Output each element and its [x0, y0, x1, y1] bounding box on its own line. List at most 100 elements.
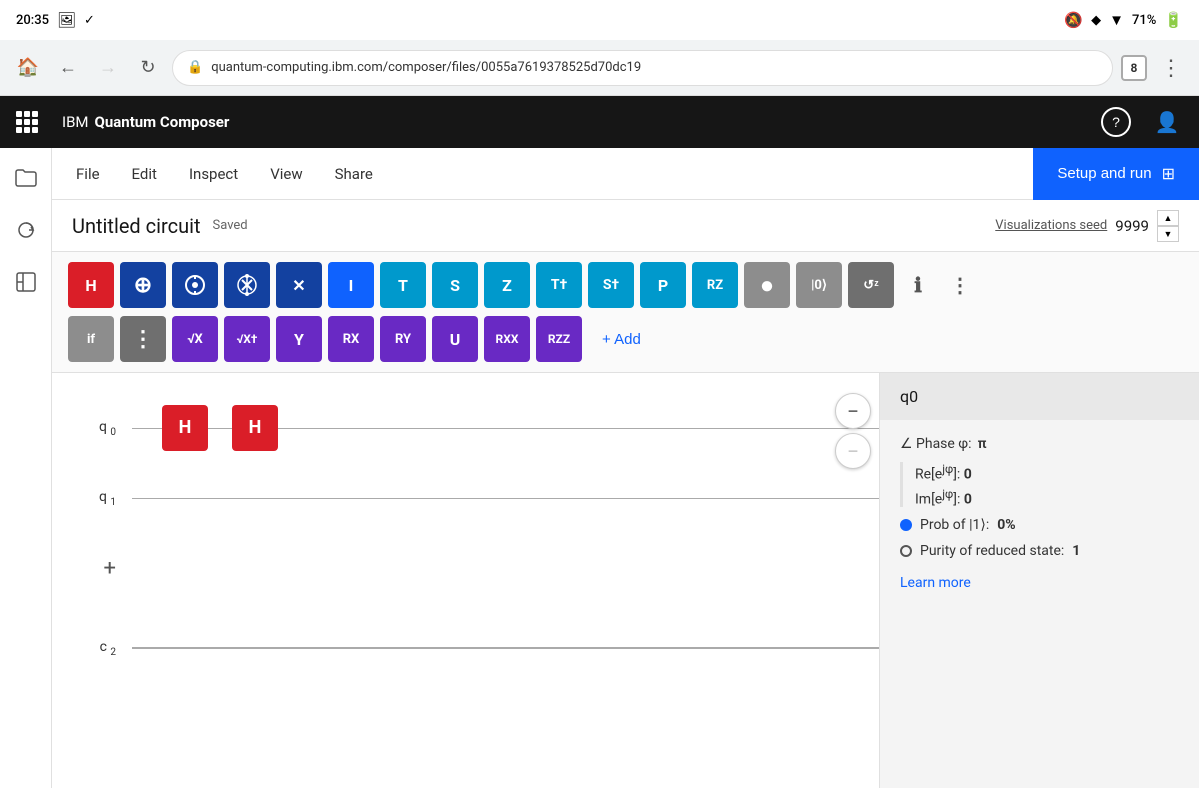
app-name-prefix: IBM	[62, 113, 89, 131]
gate-mult[interactable]: ✕	[276, 262, 322, 308]
learn-more-link[interactable]: Learn more	[900, 575, 1179, 591]
gate-barrier[interactable]: ⋮	[120, 316, 166, 362]
checkmark-icon: ✓	[84, 13, 95, 28]
gate-Y[interactable]: Y	[276, 316, 322, 362]
gate-Sd[interactable]: S†	[588, 262, 634, 308]
gate-rxy[interactable]: ↺ᶻ	[848, 262, 894, 308]
zoom-minus-button-2[interactable]: −	[835, 433, 871, 469]
phase-label: ∠ Phase φ:	[900, 436, 972, 452]
purity-value: 1	[1072, 543, 1080, 559]
circuit-name: Untitled circuit	[72, 214, 201, 238]
app-grid-icon[interactable]	[16, 111, 38, 133]
im-value: 0	[964, 491, 972, 507]
gate-Td[interactable]: T†	[536, 262, 582, 308]
gate-sqrtXd[interactable]: √X†	[224, 316, 270, 362]
gate-swap[interactable]	[224, 262, 270, 308]
re-value: 0	[964, 467, 972, 483]
gate-sqrtX[interactable]: √X	[172, 316, 218, 362]
viz-seed-label[interactable]: Visualizations seed	[995, 218, 1107, 233]
panel-icon	[16, 272, 36, 292]
qubit-label-q1: q 1	[52, 489, 132, 508]
address-bar[interactable]: 🔒 quantum-computing.ibm.com/composer/fil…	[172, 50, 1113, 86]
gate-RY[interactable]: RY	[380, 316, 426, 362]
gate-info-button[interactable]: ℹ	[900, 262, 936, 308]
menu-inspect[interactable]: Inspect	[173, 148, 254, 199]
battery-icon: 🔋	[1164, 11, 1183, 29]
notification-icon: 🖼	[57, 11, 76, 29]
sidebar-files-icon[interactable]	[8, 160, 44, 196]
info-panel-title: q0	[880, 373, 1199, 420]
menu-bar: File Edit Inspect View Share Setup and r…	[52, 148, 1199, 200]
home-button[interactable]: 🏠	[12, 52, 44, 84]
lock-icon: 🔒	[187, 60, 203, 75]
seed-increment-button[interactable]: ▲	[1157, 210, 1179, 226]
content-area: File Edit Inspect View Share Setup and r…	[0, 148, 1199, 788]
gate-more-button[interactable]: ⋮	[942, 262, 978, 308]
gate-circ[interactable]	[172, 262, 218, 308]
menu-button[interactable]: ⋮	[1155, 52, 1187, 84]
circuit-gate-H1[interactable]: H	[162, 405, 208, 451]
url-display: quantum-computing.ibm.com/composer/files…	[211, 60, 1098, 75]
app-container: IBM Quantum Composer ? 👤	[0, 96, 1199, 788]
gate-S[interactable]: S	[432, 262, 478, 308]
gate-RX[interactable]: RX	[328, 316, 374, 362]
gate-H[interactable]: H	[68, 262, 114, 308]
setup-run-label: Setup and run	[1057, 165, 1151, 182]
sidebar-panel-icon[interactable]	[8, 264, 44, 300]
add-qubit-button[interactable]: +	[52, 548, 132, 588]
status-bar-left: 20:35 🖼 ✓	[16, 11, 95, 29]
circuit-title-bar: Untitled circuit Saved Visualizations se…	[52, 200, 1199, 252]
signal-icon: ◆	[1091, 13, 1101, 28]
prob-row: Prob of |1⟩: 0%	[900, 517, 1179, 533]
browser-chrome: 🏠 ← → ↻ 🔒 quantum-computing.ibm.com/comp…	[0, 40, 1199, 96]
gate-ket0[interactable]: |0⟩	[796, 262, 842, 308]
classical-line-c2	[132, 647, 879, 649]
tab-count-badge[interactable]: 8	[1121, 55, 1147, 81]
gate-U[interactable]: U	[432, 316, 478, 362]
viz-seed-value: 9999	[1115, 217, 1149, 235]
circuit-canvas: q 0 H H q 1	[52, 373, 1199, 788]
gate-RXX[interactable]: RXX	[484, 316, 530, 362]
battery-display: 71%	[1132, 13, 1156, 28]
qubit-row-q1: q 1	[52, 463, 879, 533]
menu-file[interactable]: File	[60, 148, 116, 199]
back-button[interactable]: ←	[52, 52, 84, 84]
app-logo: IBM Quantum Composer	[62, 113, 229, 131]
user-profile-button[interactable]: 👤	[1151, 106, 1183, 138]
add-gate-button[interactable]: + Add	[588, 316, 655, 362]
forward-button[interactable]: →	[92, 52, 124, 84]
prob-label: Prob of |1⟩:	[920, 517, 989, 533]
qubit-line-q1	[132, 498, 879, 499]
seed-decrement-button[interactable]: ▼	[1157, 226, 1179, 242]
gate-reset[interactable]: ●	[744, 262, 790, 308]
menu-share[interactable]: Share	[319, 148, 389, 199]
status-bar-right: 🔕 ◆ ▼ 71% 🔋	[1064, 11, 1183, 29]
prob-value: 0%	[997, 517, 1015, 533]
phase-value: π	[978, 436, 987, 452]
gate-T[interactable]: T	[380, 262, 426, 308]
purity-label: Purity of reduced state:	[920, 543, 1064, 559]
reload-button[interactable]: ↻	[132, 52, 164, 84]
gate-P[interactable]: P	[640, 262, 686, 308]
app-name-bold: Quantum Composer	[95, 113, 230, 131]
gate-Z[interactable]: Z	[484, 262, 530, 308]
gate-RZZ[interactable]: RZZ	[536, 316, 582, 362]
bell-icon: 🔕	[1064, 11, 1083, 29]
gate-toolbar: H ⊕	[52, 252, 1199, 373]
gate-X[interactable]: ⊕	[120, 262, 166, 308]
zoom-minus-button[interactable]: −	[835, 393, 871, 429]
gate-I[interactable]: I	[328, 262, 374, 308]
saved-status: Saved	[213, 218, 248, 233]
gate-if[interactable]: if	[68, 316, 114, 362]
zoom-controls: − −	[835, 393, 871, 469]
viz-seed-section: Visualizations seed 9999 ▲ ▼	[995, 210, 1179, 242]
circuit-gate-H2[interactable]: H	[232, 405, 278, 451]
setup-run-button[interactable]: Setup and run ⊞	[1033, 148, 1199, 200]
gate-RZ[interactable]: RZ	[692, 262, 738, 308]
menu-edit[interactable]: Edit	[116, 148, 173, 199]
menu-view[interactable]: View	[254, 148, 318, 199]
sidebar-circuit-icon[interactable]	[8, 212, 44, 248]
run-icon: ⊞	[1162, 164, 1175, 184]
gate-row-2: if ⋮ √X √X† Y RX RY U RXX RZZ + Add	[68, 316, 1183, 362]
help-button[interactable]: ?	[1101, 107, 1131, 137]
